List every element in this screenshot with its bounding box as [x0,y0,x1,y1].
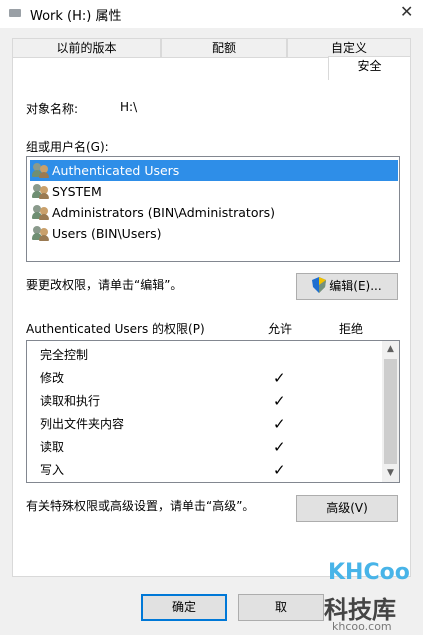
permission-row-full-control: 完全控制 [40,344,380,367]
user-name: Administrators (BIN\Administrators) [52,205,275,220]
allow-check-icon: ✓ [273,415,286,433]
allow-check-icon: ✓ [273,461,286,479]
tab-previous-versions[interactable]: 以前的版本 [12,38,161,58]
permission-row-write: 写入 ✓ [40,459,380,482]
user-group-icon [32,184,49,199]
deny-column-header: 拒绝 [339,322,364,336]
list-item-authenticated-users[interactable]: Authenticated Users [30,160,398,181]
object-name-value: H:\ [120,100,138,114]
scroll-thumb[interactable] [384,359,397,464]
advanced-button[interactable]: 高级(V) [296,495,398,522]
edit-button-label: 编辑(E)... [329,279,382,293]
scroll-down-arrow-icon[interactable]: ▼ [382,465,399,482]
cancel-button[interactable]: 取 [238,594,324,621]
title-bar: Work (H:) 属性 ✕ [0,0,423,28]
group-label: 组或用户名(G): [26,140,109,154]
permission-row-read-execute: 读取和执行 ✓ [40,390,380,413]
object-name-label: 对象名称: [26,102,79,116]
list-item-administrators[interactable]: Administrators (BIN\Administrators) [30,202,398,223]
permissions-header: Authenticated Users 的权限(P) [26,322,205,336]
scroll-up-arrow-icon[interactable]: ▲ [382,341,399,358]
close-icon[interactable]: ✕ [400,2,413,21]
permission-name: 读取 [40,440,65,454]
edit-button[interactable]: 编辑(E)... [296,273,398,300]
permission-row-read: 读取 ✓ [40,436,380,459]
tab-security[interactable]: 安全 [328,56,411,80]
ok-button[interactable]: 确定 [141,594,227,621]
uac-shield-icon [312,277,327,293]
permissions-list[interactable]: 完全控制 修改 ✓ 读取和执行 ✓ 列出文件夹内容 ✓ 读取 ✓ 写入 ✓ ▲ … [26,340,400,483]
user-group-icon [32,226,49,241]
permission-row-modify: 修改 ✓ [40,367,380,390]
user-group-icon [32,163,49,178]
list-item-system[interactable]: SYSTEM [30,181,398,202]
permission-name: 完全控制 [40,348,89,362]
allow-check-icon: ✓ [273,369,286,387]
permission-name: 写入 [40,463,65,477]
list-item-users[interactable]: Users (BIN\Users) [30,223,398,244]
advanced-hint: 有关特殊权限或高级设置，请单击“高级”。 [26,499,255,513]
permission-name: 列出文件夹内容 [40,417,125,431]
watermark-url: khcoo.com [332,620,392,633]
allow-column-header: 允许 [268,322,293,336]
window-title: Work (H:) 属性 [30,9,122,24]
permission-name: 读取和执行 [40,394,101,408]
tab-quota[interactable]: 配额 [161,38,287,58]
user-name: SYSTEM [52,184,102,199]
permission-row-list-folder: 列出文件夹内容 ✓ [40,413,380,436]
user-group-icon [32,205,49,220]
group-user-list[interactable]: Authenticated Users SYSTEM Administrator… [26,156,400,262]
tab-customize[interactable]: 自定义 [287,38,411,58]
permission-name: 修改 [40,371,65,385]
user-name: Authenticated Users [52,163,180,178]
allow-check-icon: ✓ [273,438,286,456]
permissions-scrollbar[interactable]: ▲ ▼ [382,341,399,482]
allow-check-icon: ✓ [273,392,286,410]
watermark: KHCoo 科技库 khcoo.com [322,560,423,635]
change-permission-hint: 要更改权限，请单击“编辑”。 [26,278,183,292]
user-name: Users (BIN\Users) [52,226,162,241]
watermark-logo: KHCoo [328,560,410,585]
drive-icon [9,9,21,17]
